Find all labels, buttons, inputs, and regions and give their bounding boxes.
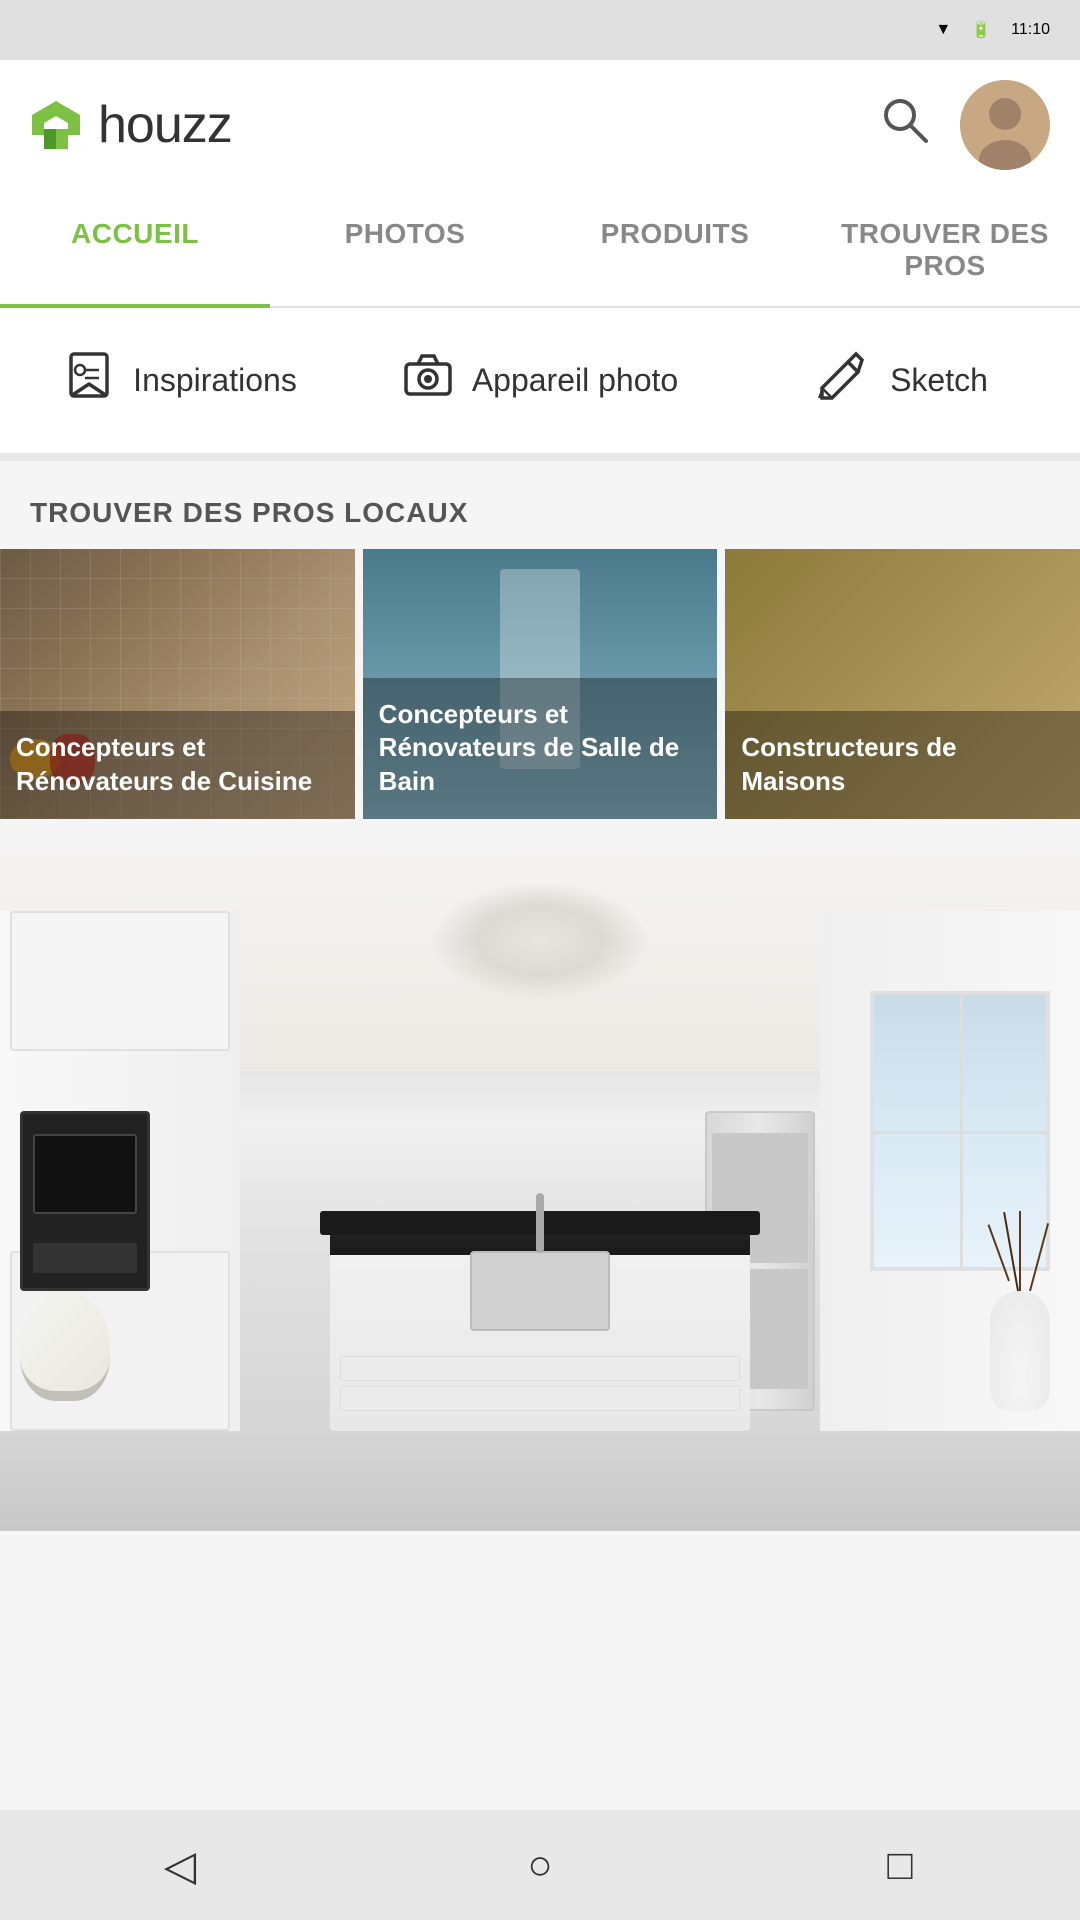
recents-square-icon: □ xyxy=(887,1841,912,1889)
quick-action-inspirations[interactable]: Inspirations xyxy=(0,338,360,423)
camera-label: Appareil photo xyxy=(472,362,678,399)
pros-section-header: TROUVER DES PROS LOCAUX xyxy=(0,461,1080,549)
faucet xyxy=(536,1193,544,1253)
recents-button[interactable]: □ xyxy=(850,1830,950,1900)
tab-photos[interactable]: PHOTOS xyxy=(270,190,540,308)
header: houzz xyxy=(0,60,1080,190)
home-button[interactable]: ○ xyxy=(490,1830,590,1900)
kitchen-sink xyxy=(470,1251,610,1331)
header-actions xyxy=(878,80,1050,170)
tab-produits[interactable]: PRODUITS xyxy=(540,190,810,308)
pro-card-kitchen[interactable]: Concepteurs et Rénovateurs de Cuisine xyxy=(0,549,355,819)
back-button[interactable]: ◁ xyxy=(130,1830,230,1900)
pro-card-bathroom-text: Concepteurs et Rénovateurs de Salle de B… xyxy=(379,699,680,797)
pro-cards: Concepteurs et Rénovateurs de Cuisine Co… xyxy=(0,549,1080,835)
battery-icon: 🔋 xyxy=(971,20,991,40)
nav-tabs: ACCUEIL PHOTOS PRODUITS TROUVER DES PROS xyxy=(0,190,1080,308)
pro-card-kitchen-text: Concepteurs et Rénovateurs de Cuisine xyxy=(16,732,312,796)
quick-action-sketch[interactable]: Sketch xyxy=(720,338,1080,423)
logo[interactable]: houzz xyxy=(30,95,232,155)
logo-text: houzz xyxy=(98,95,232,155)
quick-action-camera[interactable]: Appareil photo xyxy=(360,338,720,423)
pro-card-construction[interactable]: Constructeurs de Maisons xyxy=(725,549,1080,819)
oven xyxy=(20,1111,150,1291)
sketch-label: Sketch xyxy=(890,362,988,399)
tab-trouver[interactable]: TROUVER DES PROS xyxy=(810,190,1080,308)
kitchen-window xyxy=(870,991,1050,1271)
featured-kitchen-image[interactable] xyxy=(0,851,1080,1531)
decorative-vase xyxy=(990,1291,1050,1411)
pro-card-kitchen-overlay: Concepteurs et Rénovateurs de Cuisine xyxy=(0,711,355,819)
sketch-icon xyxy=(812,348,872,413)
inspirations-label: Inspirations xyxy=(133,362,297,399)
time: 11:10 xyxy=(1011,21,1050,39)
user-avatar-icon xyxy=(960,80,1050,170)
back-icon: ◁ xyxy=(164,1841,196,1890)
tab-accueil[interactable]: ACCUEIL xyxy=(0,190,270,308)
pros-section-title: TROUVER DES PROS LOCAUX xyxy=(30,497,468,528)
kitchen-island xyxy=(330,1211,750,1431)
wifi-icon: ▼ xyxy=(935,21,951,39)
home-circle-icon: ○ xyxy=(527,1841,552,1889)
pro-card-construction-text: Constructeurs de Maisons xyxy=(741,732,956,796)
ceiling-ornament xyxy=(430,881,650,1001)
pro-card-bathroom-overlay: Concepteurs et Rénovateurs de Salle de B… xyxy=(363,678,718,819)
bookmark-icon xyxy=(63,348,115,413)
avatar[interactable] xyxy=(960,80,1050,170)
houzz-logo-icon xyxy=(30,99,82,151)
search-button[interactable] xyxy=(878,93,930,157)
search-icon xyxy=(878,93,930,145)
camera-icon xyxy=(402,348,454,413)
bottom-nav: ◁ ○ □ xyxy=(0,1810,1080,1920)
status-bar: ▼ 🔋 11:10 xyxy=(0,0,1080,60)
decorative-lamp xyxy=(20,1291,110,1401)
pro-card-construction-overlay: Constructeurs de Maisons xyxy=(725,711,1080,819)
pro-card-bathroom[interactable]: Concepteurs et Rénovateurs de Salle de B… xyxy=(363,549,718,819)
quick-actions: Inspirations Appareil photo Sketch xyxy=(0,308,1080,461)
